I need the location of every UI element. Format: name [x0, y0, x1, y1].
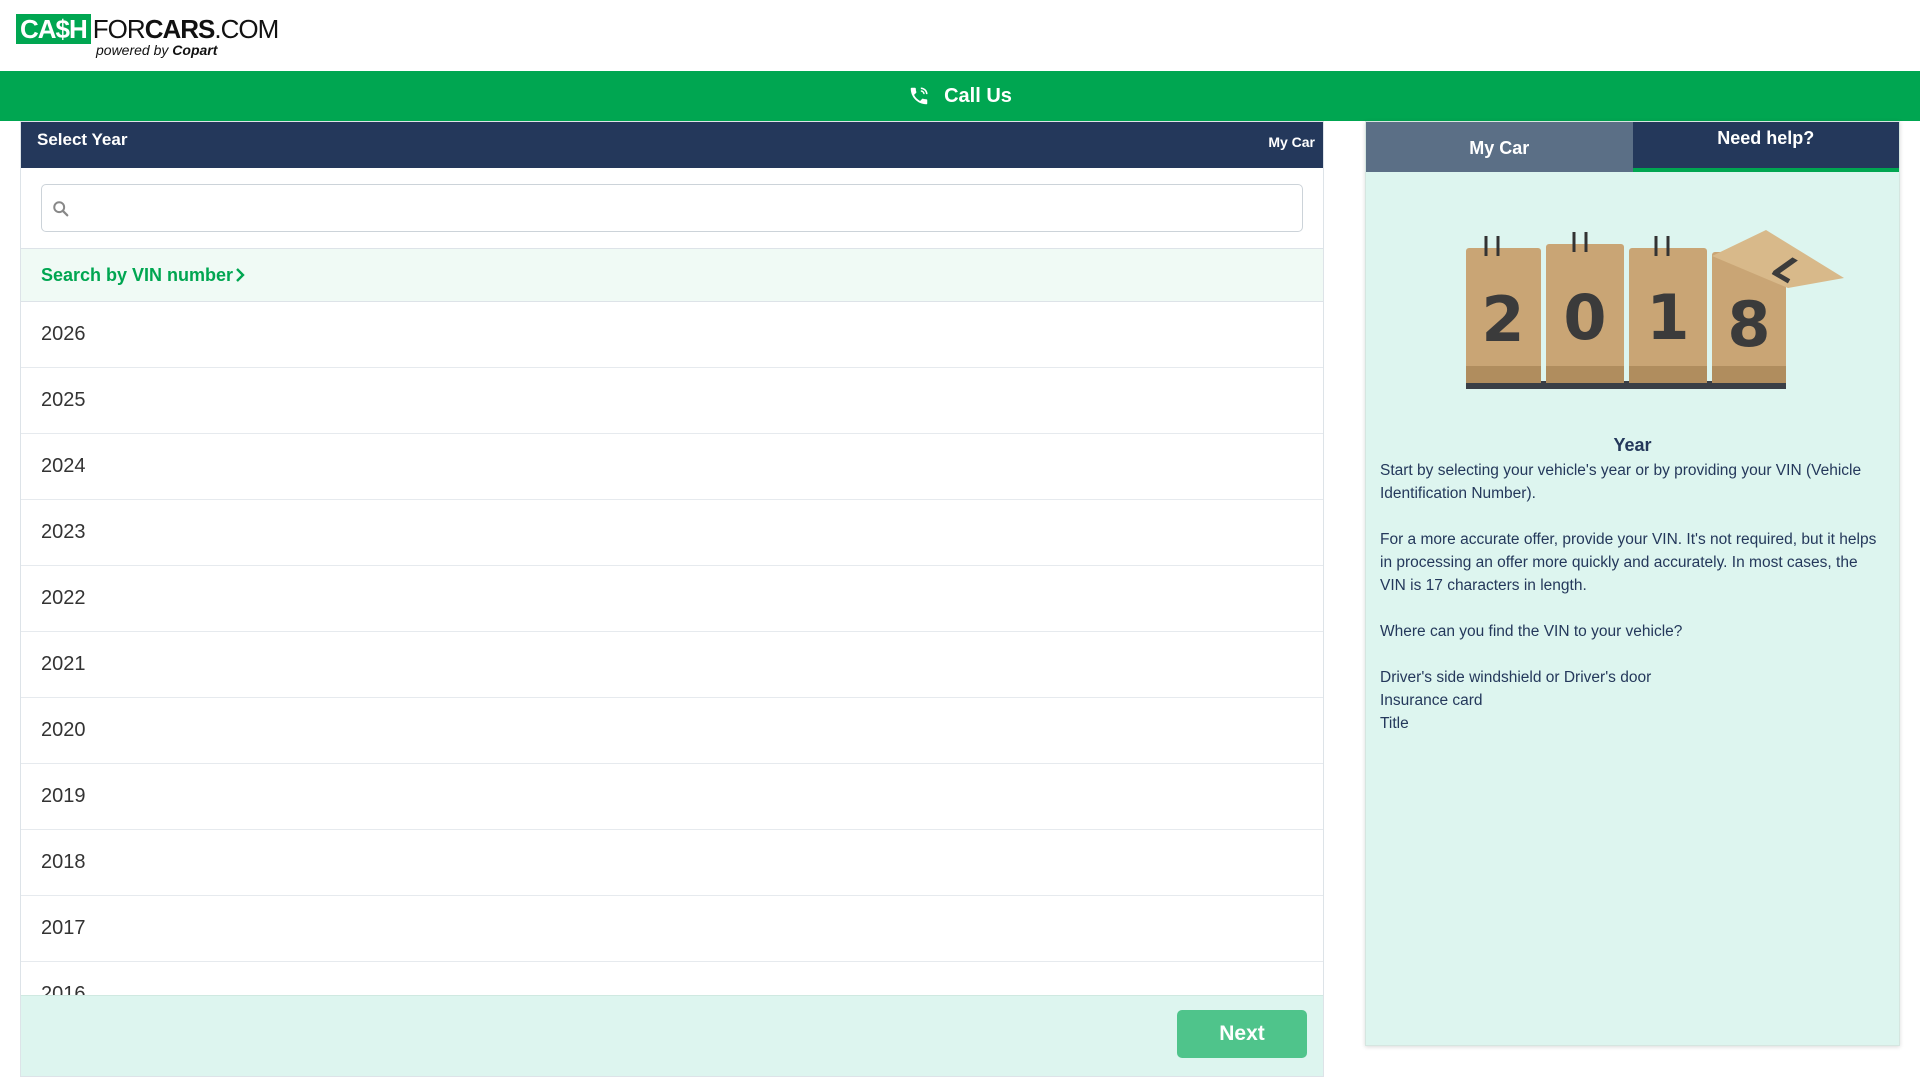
help-paragraph: Where can you find the VIN to your vehic… — [1380, 623, 1683, 640]
calendar-block: 2 — [1466, 236, 1541, 383]
calendar-year-illustration: 2 0 1 8 7 — [1466, 230, 1844, 389]
cashforcars-logo[interactable]: CA$H FORCARS.COM powered by Copart — [16, 14, 279, 58]
year-option[interactable]: 2023 — [21, 500, 1323, 566]
help-title: Year — [1613, 435, 1652, 455]
svg-text:0: 0 — [1563, 281, 1606, 354]
phone-icon — [910, 87, 928, 105]
next-button[interactable]: Next — [1177, 1010, 1307, 1058]
help-paragraph: For a more accurate offer, provide your … — [1380, 531, 1877, 594]
year-option[interactable]: 2021 — [21, 632, 1323, 698]
chevron-right-icon — [236, 268, 245, 282]
vin-location-item: Insurance card — [1380, 692, 1483, 709]
logo-cash: CA$H — [16, 14, 91, 44]
search-box — [41, 184, 1303, 232]
svg-text:2: 2 — [1481, 283, 1524, 356]
year-option[interactable]: 2022 — [21, 566, 1323, 632]
year-list: 2026 2025 2024 2023 2022 2021 2020 2019 … — [21, 302, 1323, 997]
vin-location-item: Driver's side windshield or Driver's doo… — [1380, 669, 1652, 686]
year-search-input[interactable] — [78, 185, 1292, 231]
year-option[interactable]: 2017 — [21, 896, 1323, 962]
year-option[interactable]: 2019 — [21, 764, 1323, 830]
help-sidebar: My Car Need help? 2 0 1 8 7 Year Start b… — [1365, 121, 1900, 1046]
panel-footer: Next — [21, 995, 1323, 1076]
calendar-block: 1 — [1629, 236, 1707, 383]
search-icon — [53, 201, 69, 217]
year-option[interactable]: 2020 — [21, 698, 1323, 764]
tab-my-car[interactable]: My Car — [1366, 122, 1633, 172]
call-us-label: Call Us — [944, 84, 1012, 107]
logo-powered-by: powered by Copart — [96, 42, 218, 58]
vin-location-item: Title — [1380, 715, 1409, 732]
panel-title: Select Year — [37, 130, 128, 149]
year-option[interactable]: 2018 — [21, 830, 1323, 896]
sidebar-tabs: My Car Need help? — [1366, 122, 1899, 172]
year-option[interactable]: 2025 — [21, 368, 1323, 434]
site-header: CA$H FORCARS.COM powered by Copart — [0, 0, 1920, 71]
vin-link-label: Search by VIN number — [41, 264, 234, 285]
tab-need-help[interactable]: Need help? — [1632, 122, 1899, 172]
year-option[interactable]: 2024 — [21, 434, 1323, 500]
svg-text:1: 1 — [1646, 281, 1689, 354]
call-us-bar[interactable]: Call Us — [0, 71, 1920, 121]
svg-text:8: 8 — [1727, 288, 1770, 361]
calendar-block: 0 — [1546, 232, 1624, 383]
year-option[interactable]: 2026 — [21, 302, 1323, 368]
my-car-link[interactable]: My Car — [1268, 134, 1315, 150]
year-option[interactable]: 2016 — [21, 962, 1323, 997]
help-paragraph: Start by selecting your vehicle's year o… — [1380, 462, 1862, 502]
help-text: Start by selecting your vehicle's year o… — [1380, 459, 1885, 735]
logo-for-cars: FORCARS.COM — [92, 14, 279, 44]
panel-header: Select Year My Car — [21, 122, 1323, 168]
search-section — [21, 168, 1323, 249]
year-selector-panel: Select Year My Car Search by VIN number … — [20, 121, 1324, 1077]
search-by-vin-link[interactable]: Search by VIN number — [21, 249, 1323, 302]
calendar-block: 8 7 — [1712, 230, 1844, 383]
